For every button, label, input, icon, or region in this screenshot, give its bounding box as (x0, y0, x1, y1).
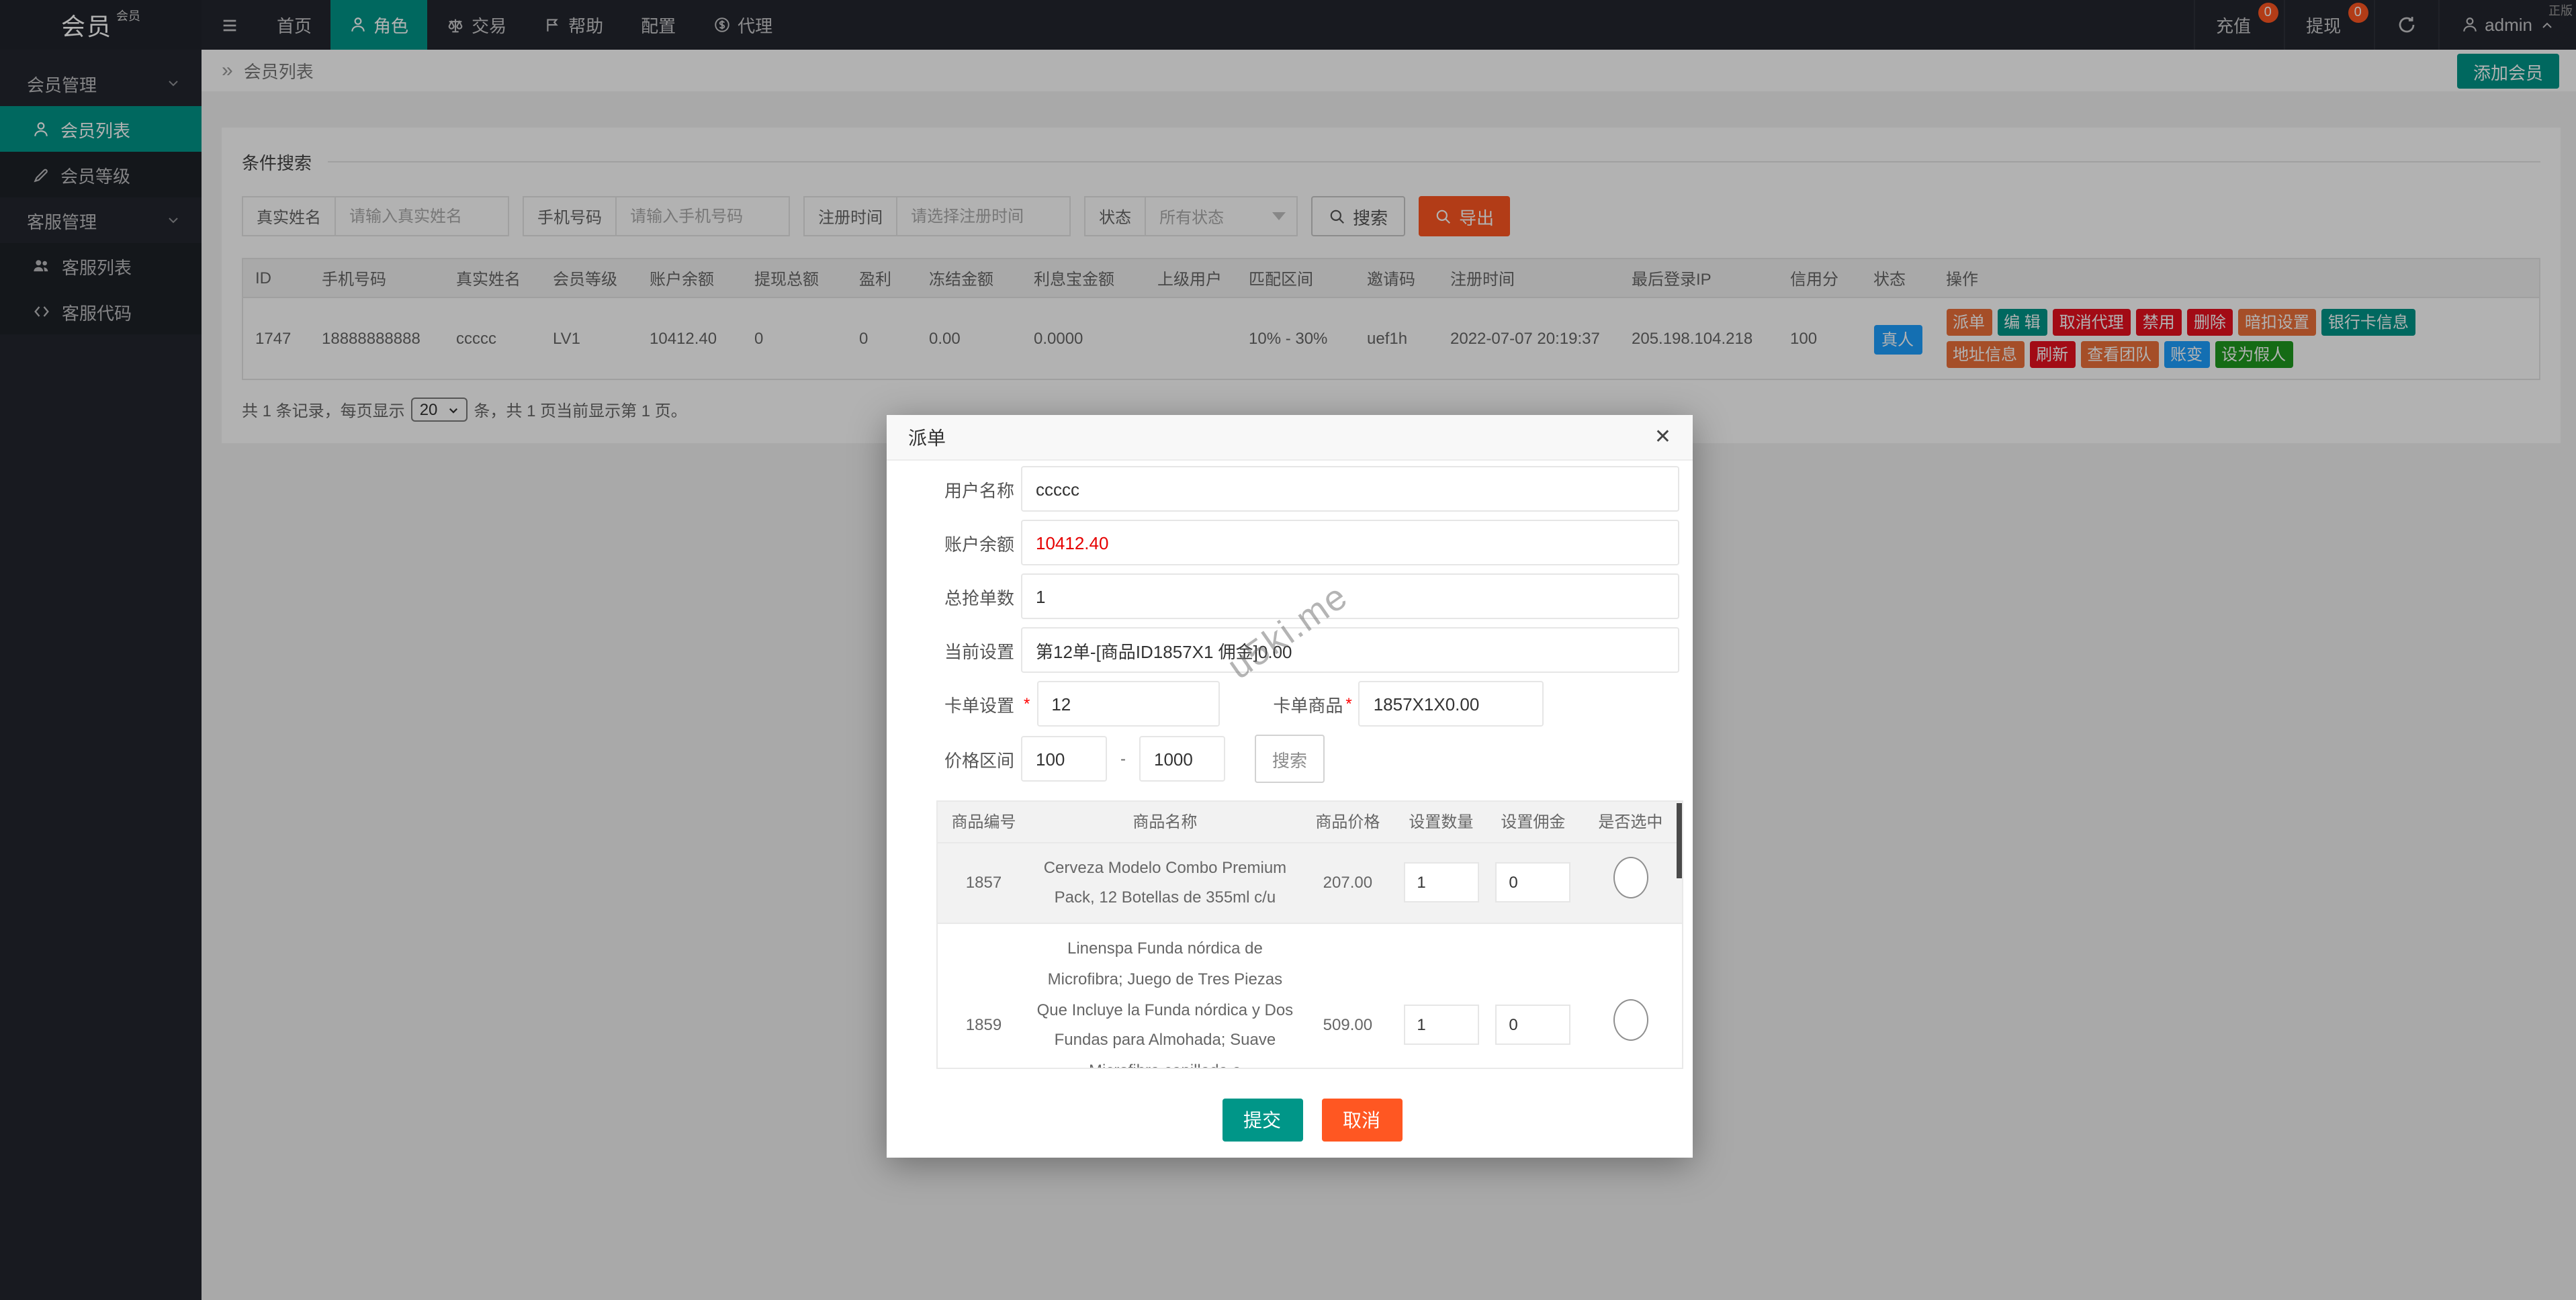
commission-input[interactable] (1495, 863, 1570, 903)
select-product-radio[interactable] (1613, 857, 1648, 898)
orders-row: 总抢单数 (944, 573, 1679, 619)
product-name: Linenspa Funda nórdica de Microfibra; Ju… (1030, 923, 1300, 1069)
field-label: 总抢单数 (944, 584, 1021, 609)
select-product-radio[interactable] (1613, 999, 1648, 1041)
submit-button[interactable]: 提交 (1222, 1099, 1302, 1142)
current-setting-row: 当前设置 (944, 627, 1679, 673)
product-row: 1857 Cerveza Modelo Combo Premium Pack, … (938, 842, 1682, 923)
current-setting-input[interactable] (1021, 627, 1679, 673)
field-label: 账户余额 (944, 530, 1021, 555)
balance-row: 账户余额 (944, 520, 1679, 565)
field-label: 价格区间 (944, 746, 1021, 772)
col-product-id: 商品编号 (938, 802, 1030, 842)
app: 会员 会员 首页 角色 交易 帮助 (0, 0, 2576, 1300)
card-setting-input[interactable] (1036, 681, 1219, 727)
field-label: 当前设置 (944, 637, 1021, 663)
cancel-button[interactable]: 取消 (1321, 1099, 1402, 1142)
required-mark: * (1345, 694, 1351, 713)
product-table: 商品编号 商品名称 商品价格 设置数量 设置佣金 是否选中 1857 Cerve… (938, 802, 1682, 1069)
required-mark: * (1024, 694, 1030, 713)
qty-input[interactable] (1403, 1005, 1478, 1046)
col-product-name: 商品名称 (1030, 802, 1300, 842)
col-set-qty: 设置数量 (1395, 802, 1487, 842)
scrollbar-thumb[interactable] (1677, 803, 1682, 878)
modal-footer: 提交 取消 (944, 1099, 1679, 1142)
commission-input[interactable] (1495, 1005, 1570, 1046)
product-id: 1857 (938, 842, 1030, 923)
product-id: 1859 (938, 923, 1030, 1069)
field-label: 卡单商品 (1273, 691, 1343, 716)
field-label: 用户名称 (944, 476, 1021, 502)
balance-input[interactable] (1021, 520, 1679, 565)
price-range-row: 价格区间 - 搜索 (944, 735, 1679, 783)
card-product-input[interactable] (1359, 681, 1544, 727)
product-search-button[interactable]: 搜索 (1255, 735, 1325, 783)
modal-title: 派单 (908, 424, 946, 451)
username-input[interactable] (1021, 466, 1679, 512)
orders-input[interactable] (1021, 573, 1679, 619)
product-name: Cerveza Modelo Combo Premium Pack, 12 Bo… (1030, 842, 1300, 923)
product-table-container: 商品编号 商品名称 商品价格 设置数量 设置佣金 是否选中 1857 Cerve… (936, 800, 1683, 1069)
range-dash: - (1120, 749, 1126, 768)
modal-body: u5ki.me 用户名称 账户余额 总抢单数 当前设置 卡单设置 * (887, 461, 1693, 1142)
product-row: 1859 Linenspa Funda nórdica de Microfibr… (938, 923, 1682, 1069)
qty-input[interactable] (1403, 863, 1478, 903)
modal-header: 派单 ✕ (887, 415, 1693, 461)
card-setting-row: 卡单设置 * 卡单商品 * (944, 681, 1679, 727)
price-min-input[interactable] (1021, 736, 1107, 782)
product-price: 509.00 (1300, 923, 1395, 1069)
field-label: 卡单设置 (944, 691, 1021, 716)
username-row: 用户名称 (944, 466, 1679, 512)
col-product-price: 商品价格 (1300, 802, 1395, 842)
close-icon[interactable]: ✕ (1654, 427, 1671, 447)
product-price: 207.00 (1300, 842, 1395, 923)
price-max-input[interactable] (1139, 736, 1225, 782)
col-selected: 是否选中 (1579, 802, 1682, 842)
product-header-row: 商品编号 商品名称 商品价格 设置数量 设置佣金 是否选中 (938, 802, 1682, 842)
col-set-commission: 设置佣金 (1487, 802, 1579, 842)
dispatch-modal: 派单 ✕ u5ki.me 用户名称 账户余额 总抢单数 当前设置 卡单设置 (887, 415, 1693, 1158)
